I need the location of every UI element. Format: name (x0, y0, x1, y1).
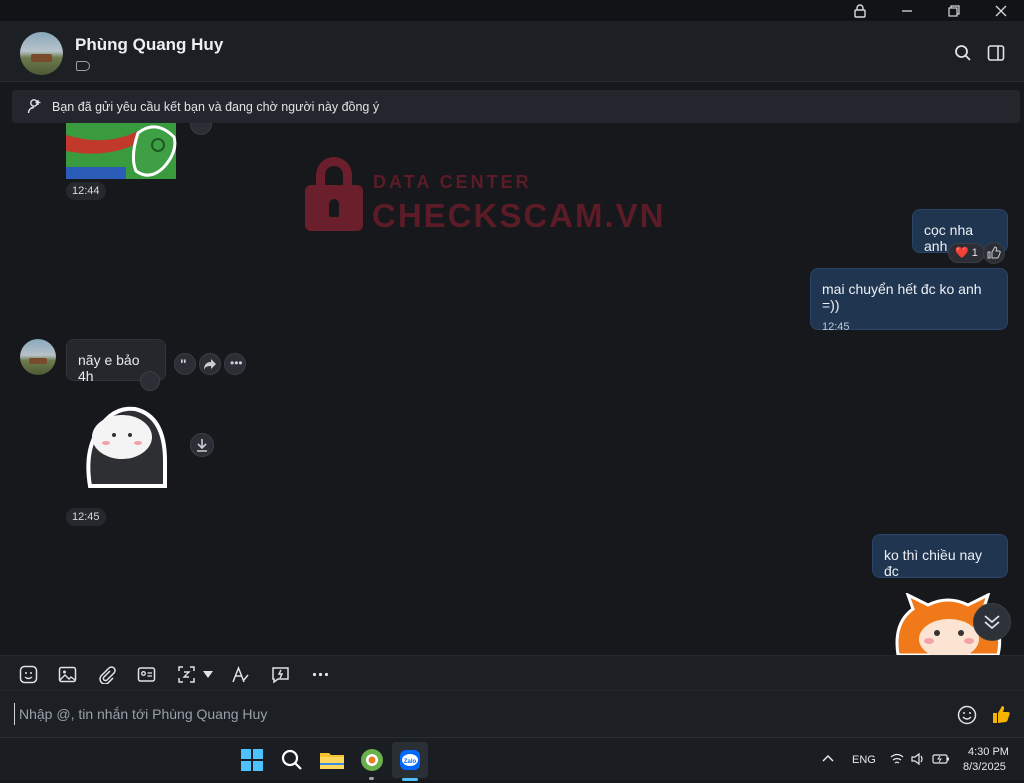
more-options-button[interactable]: ••• (224, 353, 246, 375)
message-text: ko thì chiều nay đc (884, 547, 983, 579)
message-time: 12:45 (66, 508, 106, 526)
windows-taskbar: Zalo ENG 4:30 PM 8/3/2025 (0, 737, 1024, 781)
volume-icon[interactable] (911, 752, 925, 766)
window-titlebar (0, 0, 1024, 22)
minimize-icon[interactable] (885, 0, 929, 22)
reaction-count: 1 (971, 247, 978, 259)
scroll-to-bottom-button[interactable] (973, 603, 1011, 641)
screenshot-icon[interactable] (177, 665, 196, 684)
message-input[interactable] (14, 703, 914, 725)
heart-reaction-icon: ❤️ (955, 247, 969, 259)
message-text: nãy e bảo 4h (78, 352, 140, 384)
search-icon[interactable] (276, 744, 308, 776)
message-text: mai chuyển hết đc ko anh =)) (822, 281, 982, 313)
clock-time[interactable]: 4:30 PM (968, 746, 1009, 758)
language-indicator[interactable]: ENG (852, 754, 876, 766)
message-time: 12:44 (66, 182, 106, 200)
chevron-down-icon[interactable] (203, 671, 213, 678)
zalo-icon: Zalo (400, 750, 420, 770)
watermark-brand: CHECKSCAM.VN (372, 197, 666, 234)
quote-reply-button[interactable]: " (174, 353, 196, 375)
composer-input-bar (0, 691, 1024, 737)
lock-icon[interactable] (838, 0, 882, 22)
chevron-up-icon[interactable] (822, 753, 834, 765)
battery-icon[interactable] (932, 752, 950, 766)
more-icon[interactable] (311, 665, 330, 684)
message-time: 12:45 (822, 321, 850, 333)
emoji-icon[interactable] (957, 705, 977, 725)
file-explorer-icon[interactable] (316, 744, 348, 776)
message-bubble-outgoing[interactable]: mai chuyển hết đc ko anh =)) 12:45 (810, 268, 1008, 333)
image-icon[interactable] (58, 665, 77, 684)
windows-start-icon[interactable] (236, 744, 268, 776)
svg-text:Zalo: Zalo (404, 759, 417, 765)
zalo-window: Phùng Quang Huy Bạn đã gửi yêu cầu kết b… (0, 0, 1024, 737)
frog-sticker[interactable] (66, 123, 184, 179)
like-reaction-button[interactable] (140, 371, 160, 391)
contact-avatar[interactable] (20, 339, 56, 375)
quick-message-icon[interactable] (271, 665, 290, 684)
banner-text: Bạn đã gửi yêu cầu kết bạn và đang chờ n… (52, 100, 380, 114)
coccoc-browser-icon[interactable] (356, 744, 388, 776)
message-bubble-outgoing[interactable]: ko thì chiều nay đc (872, 534, 1008, 579)
download-sticker-button[interactable] (190, 433, 214, 457)
sticker-icon[interactable] (19, 665, 38, 684)
close-icon[interactable] (979, 0, 1023, 22)
ghost-sticker[interactable] (80, 401, 170, 491)
tag-icon[interactable] (76, 61, 90, 71)
contact-name[interactable]: Phùng Quang Huy (75, 35, 223, 55)
wifi-icon[interactable] (890, 752, 904, 766)
like-reaction-button[interactable] (983, 242, 1005, 264)
text-format-icon[interactable] (231, 665, 250, 684)
contact-card-icon[interactable] (137, 665, 156, 684)
search-icon[interactable] (954, 44, 972, 62)
reaction-badge[interactable]: ❤️ 1 (948, 243, 985, 263)
contact-avatar[interactable] (20, 32, 63, 75)
message-list[interactable]: 12:44 DATA CENTER CHECKSCAM.VN cọc nha a… (0, 123, 1024, 655)
watermark-keyhole (329, 199, 339, 217)
restore-icon[interactable] (932, 0, 976, 22)
thumbs-up-icon[interactable] (990, 703, 1012, 725)
attachment-icon[interactable] (97, 665, 116, 684)
watermark-title: DATA CENTER (373, 172, 532, 192)
chat-header: Phùng Quang Huy (0, 22, 1024, 82)
composer-toolbar (0, 655, 1024, 691)
clock-date[interactable]: 8/3/2025 (963, 761, 1006, 773)
sidebar-panel-icon[interactable] (987, 44, 1005, 62)
person-pending-icon (27, 99, 41, 114)
forward-button[interactable] (199, 353, 221, 375)
zalo-app-active[interactable]: Zalo (392, 742, 428, 778)
friend-request-banner: Bạn đã gửi yêu cầu kết bạn và đang chờ n… (12, 90, 1020, 123)
download-sticker-button[interactable] (190, 123, 212, 135)
